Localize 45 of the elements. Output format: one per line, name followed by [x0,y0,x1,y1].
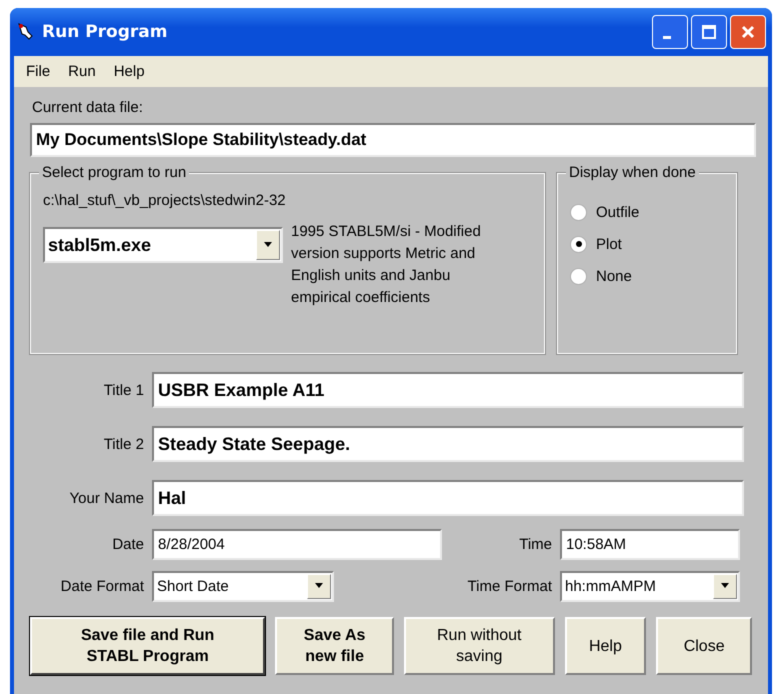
menu-item[interactable]: File [20,63,56,80]
action-button[interactable]: Help [564,617,646,675]
window-title: Run Program [42,22,168,42]
close-button[interactable] [730,15,766,49]
date-field[interactable]: 8/28/2004 [152,528,442,560]
radio-label[interactable]: None [596,268,632,284]
radio-button[interactable] [570,236,587,252]
time-format-dropdown[interactable]: hh:mmAMPM [560,570,740,602]
program-path: c:\hal_stuf\_vb_projects\stedwin2-32 [43,192,287,209]
field-label: Date Format [60,578,145,594]
text-field[interactable]: Hal [152,480,744,516]
data-file-field[interactable]: My Documents\Slope Stability\steady.dat [30,123,756,157]
maximize-icon [701,24,717,40]
close-icon [740,24,756,40]
date-format-dropdown[interactable]: Short Date [152,570,334,602]
maximize-button[interactable] [691,15,727,49]
action-button[interactable]: Save As new file [275,617,394,675]
action-button[interactable]: Run without saving [404,617,555,675]
group-title: Select program to run [39,164,190,181]
radio-button[interactable] [570,268,587,284]
action-button[interactable]: Close [656,617,752,675]
group-title: Display when done [566,164,699,181]
caret-icon [263,242,273,248]
menu-item[interactable]: Run [62,63,102,80]
text-field[interactable]: Steady State Seepage. [152,426,744,462]
time-field[interactable]: 10:58AM [560,528,740,560]
field-label: Your Name [68,490,145,506]
field-label: Time [518,536,553,552]
program-description: 1995 STABL5M/si - Modified version supports Metric and English units and Janbu empirical coefficients [291,222,482,308]
field-label: Time Format [466,578,553,594]
caret-icon [720,583,730,589]
program-dropdown[interactable]: stabl5m.exe [43,227,283,263]
action-button[interactable]: Save file and Run STABL Program [30,617,266,675]
minimize-icon [663,36,671,38]
field-label: Current data file: [32,99,144,118]
radio-label[interactable]: Outfile [596,204,640,220]
radio-button[interactable] [570,204,587,220]
field-label: Date [111,536,145,552]
radio-label[interactable]: Plot [596,236,622,252]
menu-item[interactable]: Help [108,63,151,80]
text-field[interactable]: USBR Example A11 [152,372,744,408]
minimize-button[interactable] [652,15,688,49]
caret-icon [314,583,324,589]
field-label: Title 1 [102,382,145,398]
field-label: Title 2 [102,436,145,452]
